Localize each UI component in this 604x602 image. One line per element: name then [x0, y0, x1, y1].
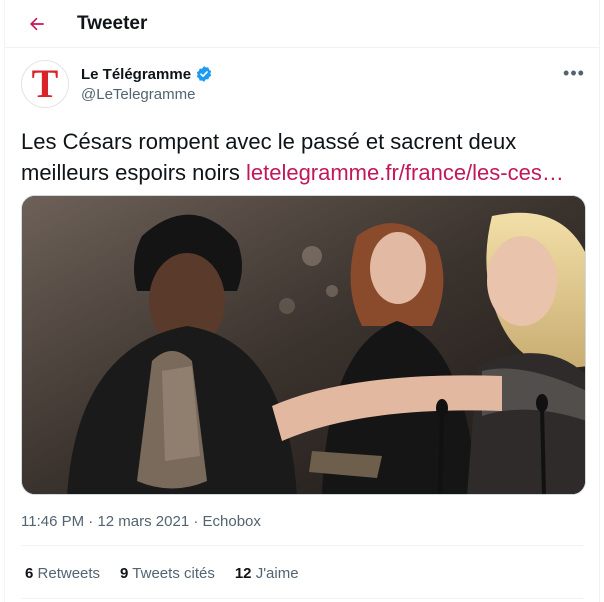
engagement-stats: 6 Retweets 9 Tweets cités 12 J'aime	[25, 565, 299, 582]
back-arrow-icon	[30, 17, 44, 31]
tweet-text: Les Césars rompent avec le passé et sacr…	[21, 126, 591, 188]
more-options-icon[interactable]: •••	[563, 63, 585, 83]
tweet-photo[interactable]	[21, 195, 586, 495]
verified-badge-icon	[196, 66, 212, 82]
tweet-source[interactable]: Echobox	[203, 513, 261, 530]
retweets-label: Retweets	[37, 565, 101, 582]
quote-tweets-count: 9	[120, 565, 129, 582]
tweet-page: Tweeter T Le Télégramme @LeTelegramme ••…	[4, 0, 600, 602]
tweet-date[interactable]: 12 mars 2021	[97, 513, 189, 530]
tweet-meta: 11:46 PM · 12 mars 2021 · Echobox	[21, 513, 261, 530]
page-header: Tweeter	[5, 0, 599, 48]
retweets-stat[interactable]: 6 Retweets	[25, 565, 100, 582]
page-title: Tweeter	[77, 13, 148, 34]
avatar[interactable]: T	[21, 60, 69, 108]
meta-separator: ·	[193, 513, 199, 530]
author-name: Le Télégramme	[81, 65, 192, 83]
quote-tweets-stat[interactable]: 9 Tweets cités	[120, 565, 215, 582]
photo-illustration	[22, 196, 585, 494]
author-name-row[interactable]: Le Télégramme	[81, 65, 213, 83]
likes-count: 12	[234, 565, 252, 582]
avatar-letter: T	[31, 61, 59, 106]
likes-stat[interactable]: 12 J'aime	[235, 565, 299, 582]
likes-label: J'aime	[255, 565, 299, 582]
divider	[21, 545, 583, 546]
meta-separator: ·	[88, 513, 94, 530]
tweet-link[interactable]: letelegramme.fr/france/les-ces…	[246, 160, 564, 185]
author-handle[interactable]: @LeTelegramme	[81, 86, 195, 103]
back-button[interactable]	[21, 8, 53, 40]
tweet-time[interactable]: 11:46 PM	[21, 513, 84, 530]
quote-tweets-label: Tweets cités	[132, 565, 215, 582]
retweets-count: 6	[25, 565, 34, 582]
divider	[21, 598, 583, 599]
